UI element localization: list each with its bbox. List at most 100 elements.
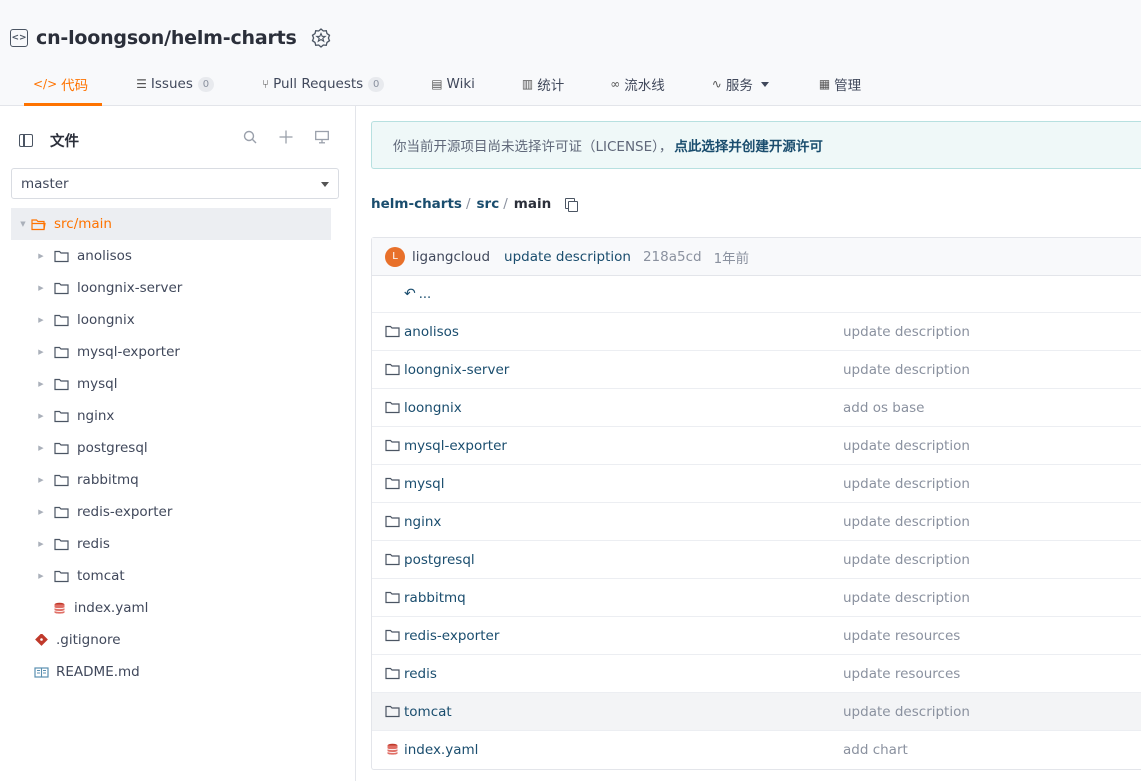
folder-row[interactable]: redis-exporter update resources [372,617,1141,655]
commit-message[interactable]: update description [504,249,631,265]
tab-pull-requests[interactable]: ⑂ Pull Requests 0 [261,64,385,104]
recommend-badge-icon[interactable] [311,28,331,48]
folder-row[interactable]: loongnix add os base [372,389,1141,427]
add-icon[interactable] [279,130,293,144]
tree-node-file[interactable]: README.md [11,656,331,688]
tab-manage[interactable]: ▦ 管理 [819,64,861,104]
entry-commit-message[interactable]: update description [843,704,970,720]
entry-name-link[interactable]: rabbitmq [404,590,466,606]
chevron-down-icon [760,81,769,87]
tree-node-file[interactable]: index.yaml [11,592,331,624]
entry-commit-message[interactable]: update description [843,324,970,340]
tab-pipeline[interactable]: ∞ 流水线 [610,64,665,104]
repo-header: <> cn-loongson/helm-charts </> 代码 ☰ Issu… [0,0,1141,106]
entry-commit-message[interactable]: update resources [843,628,960,644]
entry-commit-message[interactable]: update description [843,362,970,378]
commit-time: 1年前 [713,250,750,267]
folder-row[interactable]: loongnix-server update description [372,351,1141,389]
folder-icon [385,477,400,490]
tab-code[interactable]: </> 代码 [23,64,103,106]
tab-services-label: 服务 [725,78,753,94]
tab-services[interactable]: ∿ 服务 [712,64,769,104]
tab-issues[interactable]: ☰ Issues 0 [136,64,214,104]
entry-name-link[interactable]: tomcat [404,704,452,720]
caret-right-icon: ▶ [38,412,44,420]
entry-name-link[interactable]: redis [404,666,437,682]
copy-path-icon[interactable] [565,197,579,212]
branch-select[interactable]: master [11,168,339,199]
repo-tabs: </> 代码 ☰ Issues 0 ⑂ Pull Requests 0 ▤ Wi… [9,64,861,106]
folder-icon [385,629,400,642]
folder-row[interactable]: mysql-exporter update description [372,427,1141,465]
breadcrumb-repo[interactable]: helm-charts [371,196,462,212]
tab-statistics-label: 统计 [537,78,565,94]
folder-row[interactable]: nginx update description [372,503,1141,541]
tab-pull-requests-label: Pull Requests [273,76,364,92]
commit-author[interactable]: ligangcloud [412,249,490,265]
tab-manage-label: 管理 [834,78,862,94]
entry-name-link[interactable]: nginx [404,514,441,530]
parent-directory-link[interactable]: ↶ ... [372,276,1141,313]
folder-icon [54,346,69,358]
folder-row[interactable]: rabbitmq update description [372,579,1141,617]
folder-row[interactable]: postgresql update description [372,541,1141,579]
tree-node-folder[interactable]: ▶ redis-exporter [11,496,331,528]
tree-node-folder[interactable]: ▶ loongnix [11,304,331,336]
caret-right-icon: ▶ [38,284,44,292]
repo-title-row: <> cn-loongson/helm-charts [10,25,331,51]
entry-commit-message[interactable]: update description [843,552,970,568]
create-license-link[interactable]: 点此选择并创建开源许可 [674,135,823,155]
entry-commit-message[interactable]: update description [843,590,970,606]
folder-icon [54,506,69,518]
entry-commit-message[interactable]: add os base [843,400,924,416]
tree-node-folder[interactable]: ▶ nginx [11,400,331,432]
tree-node-folder[interactable]: ▶ rabbitmq [11,464,331,496]
desktop-icon[interactable] [315,130,329,144]
entry-name-link[interactable]: index.yaml [404,742,478,758]
avatar[interactable]: L [385,246,405,267]
entry-name-link[interactable]: postgresql [404,552,475,568]
folder-row[interactable]: tomcat update description [372,693,1141,731]
commit-sha[interactable]: 218a5cd [643,249,702,265]
tree-node-label: src/main [54,216,112,232]
collapse-sidebar-icon[interactable] [19,133,33,147]
entry-name-link[interactable]: redis-exporter [404,628,499,644]
folder-icon [385,515,400,528]
tree-node-folder[interactable]: ▶ redis [11,528,331,560]
tree-node-root-folder[interactable]: ▼ src/main [11,208,331,240]
sidebar-title: 文件 [50,133,79,150]
entry-commit-message[interactable]: update description [843,514,970,530]
pull-request-icon: ⑂ [261,77,270,91]
tree-node-folder[interactable]: ▶ mysql-exporter [11,336,331,368]
folder-icon [54,314,69,326]
search-icon[interactable] [243,130,257,144]
entry-commit-message[interactable]: update description [843,476,970,492]
tree-node-file[interactable]: .gitignore [11,624,331,656]
entry-commit-message[interactable]: update resources [843,666,960,682]
folder-row[interactable]: redis update resources [372,655,1141,693]
pipeline-icon: ∞ [610,77,621,91]
tree-node-folder[interactable]: ▶ mysql [11,368,331,400]
tab-pipeline-label: 流水线 [624,78,665,94]
folder-icon [54,538,69,550]
tree-node-folder[interactable]: ▶ anolisos [11,240,331,272]
tab-wiki[interactable]: ▤ Wiki [431,64,475,104]
entry-name-link[interactable]: mysql [404,476,445,492]
entry-commit-message[interactable]: update description [843,438,970,454]
folder-row[interactable]: anolisos update description [372,313,1141,351]
tree-node-folder[interactable]: ▶ loongnix-server [11,272,331,304]
folder-icon [54,570,69,582]
tree-node-folder[interactable]: ▶ postgresql [11,432,331,464]
file-row[interactable]: index.yaml add chart [372,731,1141,769]
entry-name-link[interactable]: mysql-exporter [404,438,507,454]
folder-icon [385,591,400,604]
repo-name[interactable]: cn-loongson/helm-charts [36,27,297,49]
tab-statistics[interactable]: ▥ 统计 [522,64,564,104]
entry-name-link[interactable]: anolisos [404,324,459,340]
breadcrumb-src[interactable]: src [477,196,500,212]
entry-name-link[interactable]: loongnix [404,400,462,416]
entry-name-link[interactable]: loongnix-server [404,362,509,378]
folder-row[interactable]: mysql update description [372,465,1141,503]
entry-commit-message[interactable]: add chart [843,742,908,758]
tree-node-folder[interactable]: ▶ tomcat [11,560,331,592]
